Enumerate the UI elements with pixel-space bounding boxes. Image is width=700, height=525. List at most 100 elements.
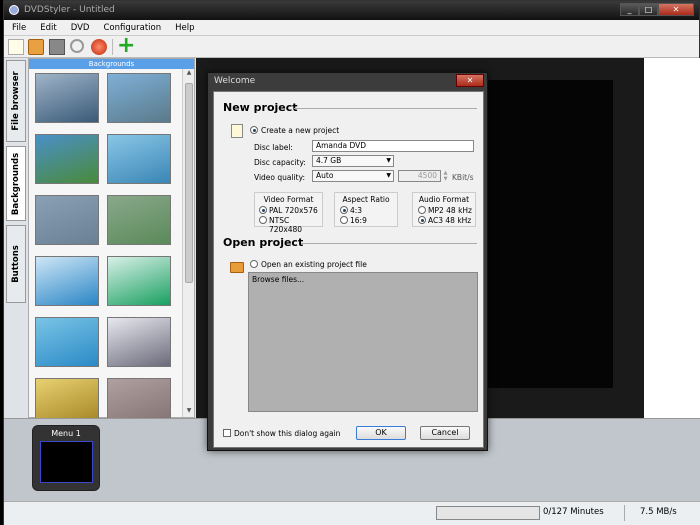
- aspect-4-3-label: 4:3: [350, 206, 363, 215]
- bitrate-spinner-icon[interactable]: ▲ ▼: [442, 170, 449, 182]
- open-project-divider: [301, 243, 477, 244]
- video-quality-select[interactable]: Auto ▼: [312, 170, 394, 182]
- mp2-label: MP2 48 kHz: [428, 206, 472, 215]
- left-tabs: File browser Backgrounds Buttons: [4, 58, 28, 418]
- new-file-icon[interactable]: [8, 39, 24, 55]
- aspect-4-3-radio[interactable]: [340, 206, 348, 214]
- ok-button[interactable]: OK: [356, 426, 406, 440]
- disc-capacity-label: Disc capacity:: [254, 158, 306, 167]
- app-icon: [9, 5, 19, 15]
- video-quality-label: Video quality:: [254, 173, 306, 182]
- status-bar: 0/127 Minutes 7.5 MB/s: [4, 501, 700, 525]
- menu-file[interactable]: File: [4, 20, 32, 35]
- settings-wrench-icon[interactable]: [70, 39, 84, 53]
- tab-file-browser-label: File browser: [11, 71, 21, 131]
- background-thumbnail[interactable]: [107, 256, 171, 306]
- menu-thumbnail-screen: [40, 441, 93, 483]
- new-document-icon: [231, 124, 243, 138]
- tab-buttons-label: Buttons: [11, 245, 21, 283]
- background-thumbnail[interactable]: [107, 134, 171, 184]
- title-bar: DVDStyler - Untitled _ □ ✕: [4, 1, 699, 20]
- dont-show-checkbox[interactable]: [223, 429, 231, 437]
- window-title: DVDStyler - Untitled: [24, 5, 115, 15]
- disc-label-label: Disc label:: [254, 143, 293, 152]
- dont-show-label: Don't show this dialog again: [234, 429, 341, 438]
- tab-file-browser[interactable]: File browser: [6, 60, 26, 142]
- close-window-button[interactable]: ✕: [658, 3, 694, 16]
- aspect-16-9-label: 16:9: [350, 216, 367, 225]
- disc-label-input[interactable]: Amanda DVD: [312, 140, 474, 152]
- open-existing-radio[interactable]: [250, 260, 258, 268]
- status-rate: 7.5 MB/s: [640, 507, 677, 517]
- save-icon[interactable]: [49, 39, 65, 55]
- pal-radio[interactable]: [259, 206, 267, 214]
- bitrate-input[interactable]: 4500: [398, 170, 441, 182]
- menu-thumbnail-label: Menu 1: [51, 429, 81, 438]
- background-thumbnail[interactable]: [107, 73, 171, 123]
- aspect-16-9-radio[interactable]: [340, 216, 348, 224]
- video-format-group: Video Format PAL 720x576 NTSC 720x480: [254, 192, 323, 234]
- ntsc-radio[interactable]: [259, 216, 267, 224]
- status-minutes: 0/127 Minutes: [543, 507, 604, 517]
- menu-bar: File Edit DVD Configuration Help: [4, 20, 699, 36]
- toolbar: +: [4, 35, 699, 58]
- mp2-radio[interactable]: [418, 206, 426, 214]
- open-project-heading: Open project: [223, 236, 304, 249]
- dialog-title-bar: Welcome ✕: [208, 73, 487, 89]
- backgrounds-panel: Backgrounds ▲ ▼: [28, 58, 195, 428]
- tab-backgrounds[interactable]: Backgrounds: [6, 146, 26, 221]
- ac3-radio[interactable]: [418, 216, 426, 224]
- welcome-dialog: Welcome ✕ New project Create a new proje…: [207, 72, 488, 451]
- background-thumbnail[interactable]: [35, 256, 99, 306]
- preview-margin: [644, 58, 700, 418]
- maximize-button[interactable]: □: [639, 3, 658, 16]
- open-existing-label: Open an existing project file: [261, 260, 367, 269]
- background-thumbnail[interactable]: [35, 317, 99, 367]
- minimize-button[interactable]: _: [620, 3, 639, 16]
- audio-format-group: Audio Format MP2 48 kHz AC3 48 kHz: [412, 192, 476, 227]
- bitrate-unit: KBit/s: [452, 173, 474, 182]
- create-new-project-radio[interactable]: [250, 126, 258, 134]
- scroll-up-icon[interactable]: ▲: [183, 69, 195, 79]
- cancel-button[interactable]: Cancel: [420, 426, 470, 440]
- menu-help[interactable]: Help: [167, 20, 200, 35]
- chevron-down-icon: ▼: [386, 172, 391, 179]
- browse-files-text: Browse files...: [252, 275, 305, 284]
- toolbar-separator: [112, 39, 113, 55]
- ntsc-label: NTSC 720x480: [269, 216, 303, 234]
- disc-usage-progress: [436, 506, 540, 520]
- video-format-title: Video Format: [263, 195, 314, 204]
- backgrounds-header: Backgrounds: [29, 59, 194, 69]
- tab-buttons[interactable]: Buttons: [6, 225, 26, 303]
- burn-disc-icon[interactable]: [91, 39, 107, 55]
- backgrounds-scrollbar[interactable]: ▲ ▼: [182, 69, 194, 417]
- menu-edit[interactable]: Edit: [32, 20, 62, 35]
- background-thumbnail[interactable]: [35, 134, 99, 184]
- chevron-down-icon: ▼: [386, 157, 391, 164]
- background-thumbnail[interactable]: [35, 195, 99, 245]
- menu-dvd[interactable]: DVD: [63, 20, 96, 35]
- open-folder-icon: [230, 262, 244, 273]
- dialog-title: Welcome: [214, 76, 256, 86]
- scroll-thumb[interactable]: [185, 83, 193, 283]
- browse-files-list[interactable]: Browse files...: [248, 272, 478, 412]
- video-quality-value: Auto: [316, 171, 334, 180]
- ac3-label: AC3 48 kHz: [428, 216, 472, 225]
- background-thumbnail[interactable]: [107, 195, 171, 245]
- dialog-body: New project Create a new project Disc la…: [213, 91, 484, 448]
- add-plus-icon[interactable]: +: [117, 35, 135, 57]
- open-folder-icon[interactable]: [28, 39, 44, 55]
- disc-capacity-select[interactable]: 4.7 GB ▼: [312, 155, 394, 167]
- disc-capacity-value: 4.7 GB: [316, 156, 342, 165]
- pal-label: PAL 720x576: [269, 206, 318, 215]
- scroll-down-icon[interactable]: ▼: [183, 407, 195, 417]
- create-new-project-label: Create a new project: [261, 126, 340, 135]
- aspect-ratio-group: Aspect Ratio 4:3 16:9: [334, 192, 398, 227]
- background-thumbnail[interactable]: [35, 73, 99, 123]
- menu-thumbnail[interactable]: Menu 1: [32, 425, 100, 491]
- new-project-heading: New project: [223, 101, 298, 114]
- background-thumbnail[interactable]: [107, 317, 171, 367]
- status-separator: [624, 505, 625, 521]
- dialog-close-button[interactable]: ✕: [456, 74, 484, 87]
- new-project-divider: [294, 108, 477, 109]
